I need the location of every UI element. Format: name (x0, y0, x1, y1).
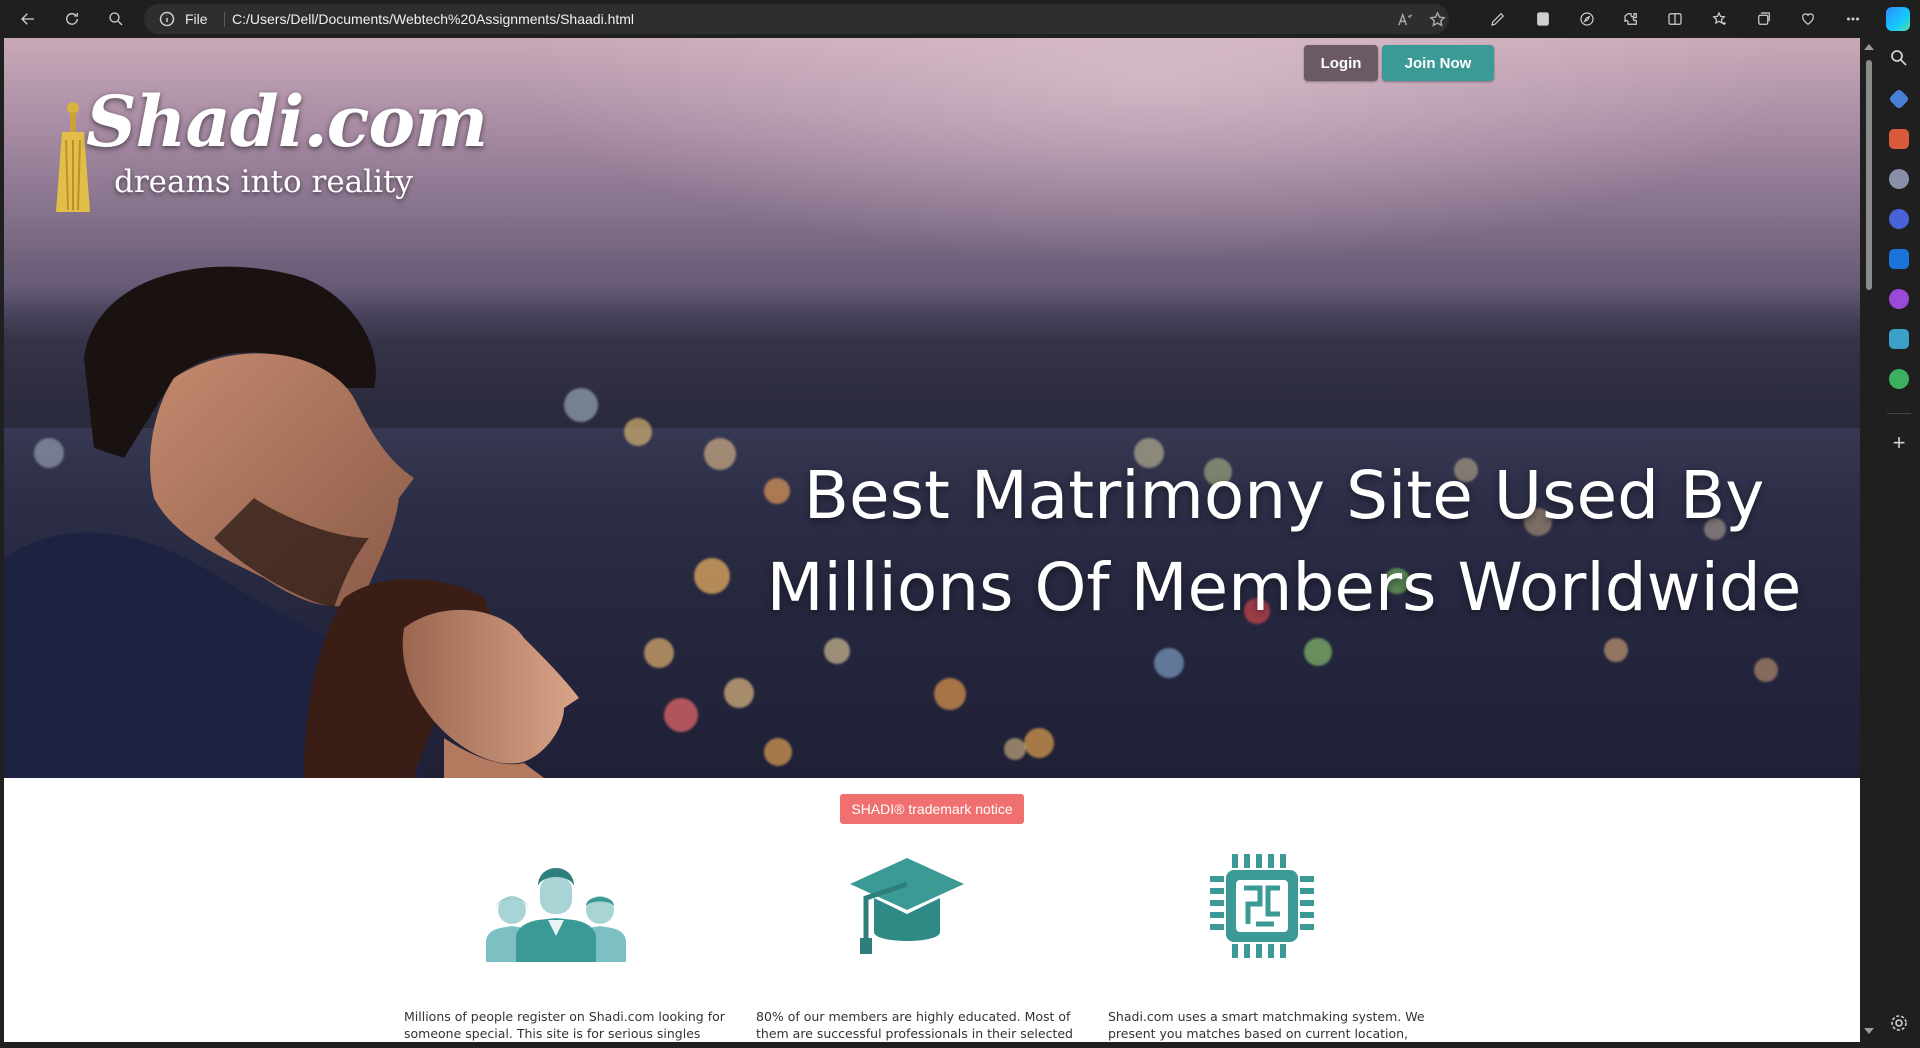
bokeh-light (934, 678, 966, 710)
add-icon[interactable]: + (1889, 432, 1909, 454)
hero-headline: Best Matrimony Site Used By Millions Of … (704, 450, 1860, 634)
more-options-icon[interactable] (1842, 8, 1864, 30)
hero-headline-line1: Best Matrimony Site Used By (803, 457, 1765, 534)
site-logo[interactable]: Shadi.com dreams into reality (56, 80, 488, 230)
page-scrollbar[interactable] (1860, 38, 1878, 1042)
browser-toolbar: File C:/Users/Dell/Documents/Webtech%20A… (0, 0, 1920, 38)
hero-headline-line2: Millions Of Members Worldwide (766, 549, 1802, 626)
collections-icon[interactable] (1753, 8, 1775, 30)
feature-text-education: 80% of our members are highly educated. … (756, 1009, 1073, 1041)
logo-tagline: dreams into reality (114, 164, 413, 200)
sidebar-divider (1887, 413, 1911, 414)
copilot-app-icon[interactable] (1889, 209, 1909, 229)
address-divider (224, 12, 225, 27)
copilot-icon[interactable] (1886, 7, 1910, 31)
bokeh-light (824, 638, 850, 664)
pen-icon[interactable] (1487, 8, 1509, 30)
favorites-icon[interactable] (1708, 8, 1730, 30)
star-icon[interactable] (1429, 11, 1447, 29)
address-bar[interactable]: File C:/Users/Dell/Documents/Webtech%20A… (144, 4, 1449, 34)
tassel-icon (56, 102, 90, 212)
refresh-icon[interactable] (60, 7, 84, 31)
address-url[interactable]: C:/Users/Dell/Documents/Webtech%20Assign… (232, 11, 634, 27)
bokeh-light (1024, 728, 1054, 758)
games-icon[interactable] (1889, 169, 1909, 189)
hero-section: Shadi.com dreams into reality Login Join… (4, 38, 1860, 778)
outlook-icon[interactable] (1889, 249, 1909, 269)
compass-icon[interactable] (1576, 8, 1598, 30)
trademark-notice-button[interactable]: SHADI® trademark notice (840, 794, 1024, 824)
back-arrow-icon[interactable] (16, 7, 40, 31)
designer-icon[interactable] (1889, 289, 1909, 309)
tools-briefcase-icon[interactable] (1889, 129, 1909, 149)
scroll-up-icon[interactable] (1864, 44, 1874, 50)
bokeh-light (1154, 648, 1184, 678)
bokeh-light (1304, 638, 1332, 666)
tree-icon[interactable] (1889, 369, 1909, 389)
people-group-icon (486, 868, 626, 962)
sidebar-search-icon[interactable] (1889, 48, 1909, 68)
search-icon[interactable] (104, 7, 128, 31)
info-icon[interactable] (159, 11, 175, 27)
processor-chip-icon (1210, 854, 1314, 958)
scroll-down-icon[interactable] (1864, 1028, 1874, 1034)
notes-icon[interactable] (1532, 8, 1554, 30)
graduation-cap-icon (850, 858, 964, 954)
login-button[interactable]: Login (1304, 45, 1378, 81)
shopping-tag-icon[interactable] (1888, 88, 1910, 110)
settings-gear-icon[interactable] (1889, 1013, 1909, 1033)
feature-text-matchmaking: Shadi.com uses a smart matchmaking syste… (1108, 1009, 1425, 1041)
bokeh-light (1004, 738, 1026, 760)
join-now-button[interactable]: Join Now (1382, 45, 1494, 81)
read-aloud-icon[interactable] (1397, 11, 1415, 29)
edge-sidebar: + (1878, 38, 1920, 1048)
couple-photo (4, 266, 579, 778)
address-scheme-label: File (185, 11, 208, 27)
page-viewport: Shadi.com dreams into reality Login Join… (4, 38, 1860, 1042)
send-icon[interactable] (1889, 329, 1909, 349)
extensions-icon[interactable] (1620, 8, 1642, 30)
bokeh-light (1754, 658, 1778, 682)
logo-wordmark: Shadi.com (86, 80, 488, 163)
feature-text-members: Millions of people register on Shadi.com… (404, 1009, 725, 1041)
scrollbar-thumb[interactable] (1866, 60, 1872, 290)
bokeh-light (1604, 638, 1628, 662)
health-heart-icon[interactable] (1797, 8, 1819, 30)
split-screen-icon[interactable] (1664, 8, 1686, 30)
